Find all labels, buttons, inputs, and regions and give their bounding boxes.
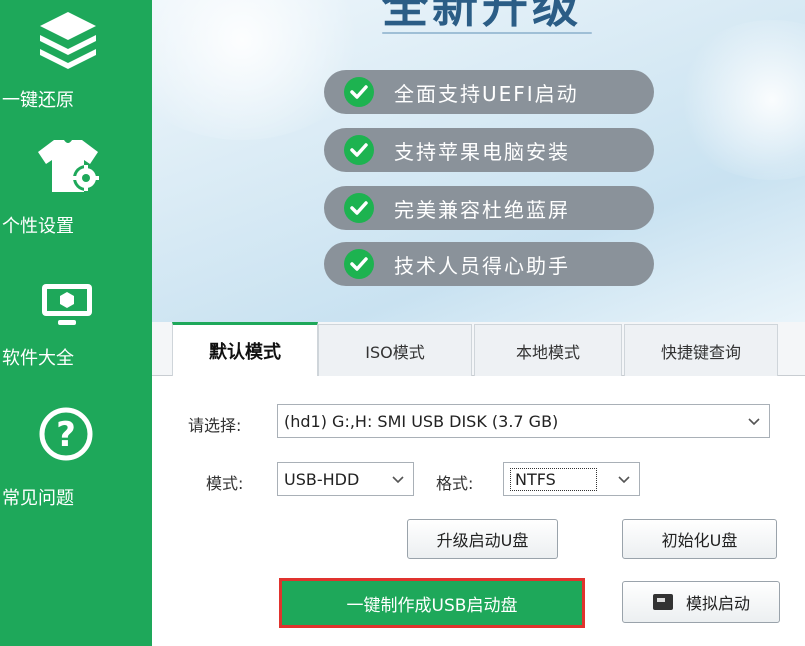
- tab-local-mode[interactable]: 本地模式: [474, 324, 622, 376]
- feature-text: 全面支持UEFI启动: [394, 81, 579, 106]
- check-icon: [344, 77, 374, 107]
- sidebar-item-restore[interactable]: 一键还原: [0, 8, 152, 111]
- sidebar-item-faq[interactable]: ? 常见问题: [0, 406, 152, 509]
- sidebar-item-label: 软件大全: [2, 348, 74, 369]
- format-label: 格式:: [436, 474, 474, 493]
- tab-hotkey-query[interactable]: 快捷键查询: [624, 324, 778, 376]
- sidebar: 一键还原 个性设置 软件大全 ? 常见问题: [0, 0, 152, 646]
- feature-text: 技术人员得心助手: [394, 253, 570, 278]
- mode-select[interactable]: USB-HDD: [277, 462, 414, 496]
- upgrade-usb-button[interactable]: 升级启动U盘: [407, 519, 558, 559]
- feature-pill: 完美兼容杜绝蓝屏: [324, 186, 654, 230]
- make-bootable-usb-button[interactable]: 一键制作成USB启动盘: [279, 578, 585, 628]
- check-icon: [344, 249, 374, 279]
- chevron-down-icon: [747, 413, 761, 427]
- layers-icon: [36, 8, 100, 70]
- monitor-icon: [40, 282, 94, 328]
- feature-text: 支持苹果电脑安装: [394, 139, 570, 164]
- screen-icon: [652, 593, 674, 611]
- banner-divider: [382, 32, 592, 34]
- chevron-down-icon: [391, 471, 405, 485]
- promo-banner: 全新升级 全面支持UEFI启动 支持苹果电脑安装 完美兼容杜绝蓝屏 技术人员得心…: [152, 0, 805, 322]
- simulate-boot-label: 模拟启动: [685, 594, 750, 613]
- tab-iso-mode[interactable]: ISO模式: [318, 324, 472, 376]
- tab-default-mode[interactable]: 默认模式: [172, 322, 318, 376]
- simulate-boot-button[interactable]: 模拟启动: [622, 581, 780, 623]
- feature-pill: 支持苹果电脑安装: [324, 128, 654, 172]
- svg-text:?: ?: [56, 415, 76, 455]
- chevron-down-icon: [617, 471, 631, 485]
- feature-pill: 技术人员得心助手: [324, 242, 654, 286]
- mode-select-value: USB-HDD: [284, 469, 360, 489]
- question-icon: ?: [38, 406, 94, 462]
- device-select[interactable]: (hd1) G:,H: SMI USB DISK (3.7 GB): [277, 404, 770, 438]
- init-usb-button[interactable]: 初始化U盘: [622, 519, 777, 559]
- device-select-value: (hd1) G:,H: SMI USB DISK (3.7 GB): [284, 411, 559, 431]
- sidebar-item-software[interactable]: 软件大全: [0, 282, 152, 372]
- sidebar-item-label: 个性设置: [2, 216, 74, 237]
- device-select-label: 请选择:: [188, 416, 242, 435]
- check-icon: [344, 135, 374, 165]
- make-button-label: 一键制作成USB启动盘: [346, 595, 518, 616]
- sidebar-item-label: 常见问题: [2, 488, 74, 509]
- format-select[interactable]: NTFS: [503, 462, 640, 496]
- sidebar-item-personalize[interactable]: 个性设置: [0, 136, 152, 237]
- feature-pill: 全面支持UEFI启动: [324, 70, 654, 114]
- check-icon: [344, 193, 374, 223]
- feature-text: 完美兼容杜绝蓝屏: [394, 197, 570, 222]
- tshirt-gear-icon: [36, 136, 104, 196]
- banner-glow: [672, 20, 805, 180]
- mode-label: 模式:: [206, 474, 244, 493]
- banner-title: 全新升级: [382, 0, 582, 33]
- sidebar-item-label: 一键还原: [2, 90, 74, 111]
- format-select-value: NTFS: [510, 467, 597, 491]
